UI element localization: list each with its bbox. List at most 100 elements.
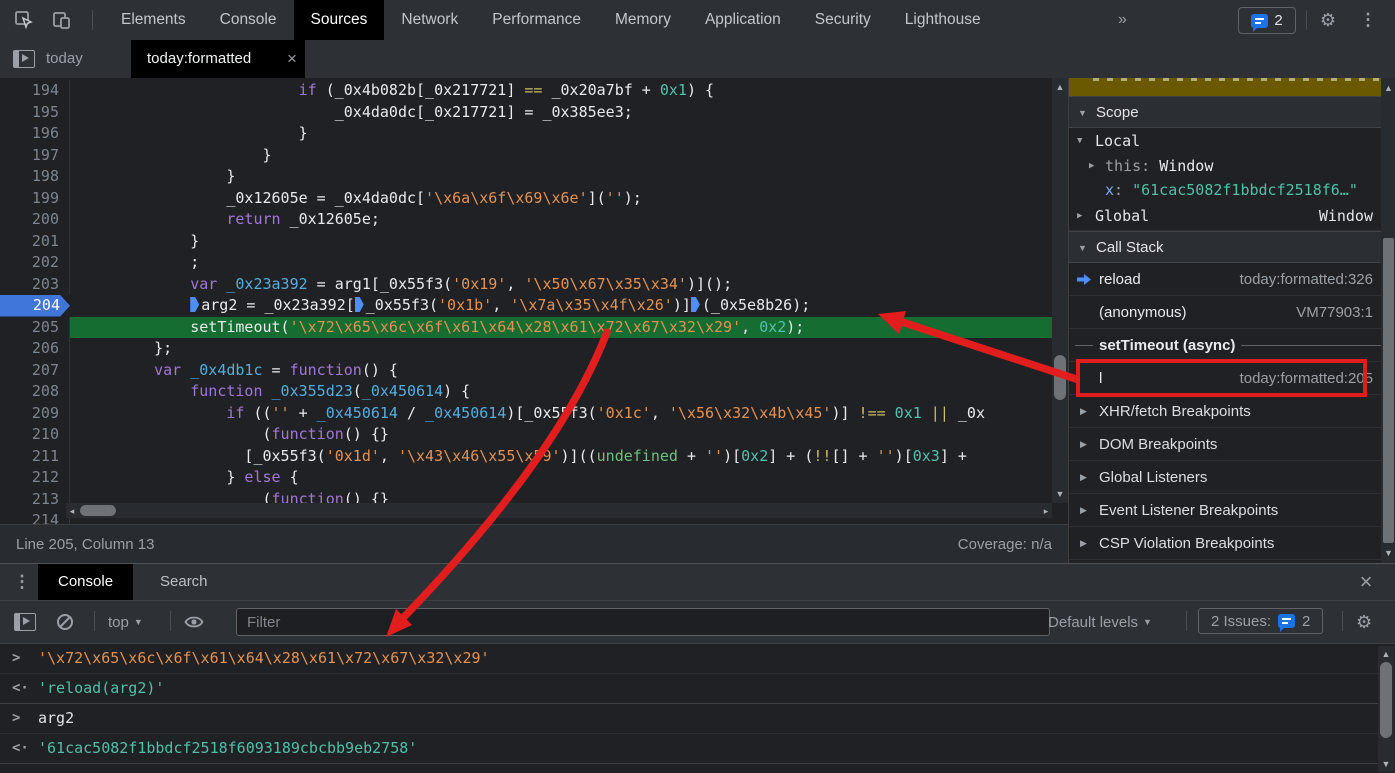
code-content-202[interactable]: ; — [70, 252, 1052, 274]
tab-memory[interactable]: Memory — [598, 0, 688, 40]
line-number-195[interactable]: 195 — [0, 102, 70, 124]
inline-step-marker[interactable] — [355, 297, 364, 312]
tab-sources[interactable]: Sources — [294, 0, 385, 40]
settings-gear-icon[interactable]: ⚙ — [1316, 8, 1340, 32]
line-number-203[interactable]: 203 — [0, 274, 70, 296]
clear-console-icon[interactable] — [56, 609, 74, 635]
code-content-198[interactable]: } — [70, 166, 1052, 188]
tab-lighthouse[interactable]: Lighthouse — [888, 0, 998, 40]
line-number-209[interactable]: 209 — [0, 403, 70, 425]
console-scrollbar[interactable]: ▲ ▼ — [1378, 646, 1394, 772]
code-content-206[interactable]: }; — [70, 338, 1052, 360]
line-number-202[interactable]: 202 — [0, 252, 70, 274]
console-message-input[interactable]: >'\x72\x65\x6c\x6f\x61\x64\x28\x61\x72\x… — [0, 644, 1378, 674]
scope-section-header[interactable]: ▼ Scope — [1069, 96, 1395, 128]
line-number-208[interactable]: 208 — [0, 381, 70, 403]
inline-step-marker[interactable] — [190, 297, 199, 312]
line-number-214[interactable]: 214 — [0, 510, 70, 524]
code-content-204[interactable]: arg2 = _0x23a392[_0x55f3('0x1b', '\x7a\x… — [70, 295, 1052, 317]
callstack-frame-anonymous[interactable]: (anonymous)VM77903:1 — [1069, 296, 1395, 329]
code-content-194[interactable]: if (_0x4b082b[_0x217721] == _0x20a7bf + … — [70, 80, 1052, 102]
scope-global[interactable]: ▶ Global Window — [1069, 202, 1395, 231]
line-number-198[interactable]: 198 — [0, 166, 70, 188]
code-content-210[interactable]: (function() {} — [70, 424, 1052, 446]
scope-local[interactable]: ▼ Local — [1069, 128, 1395, 154]
code-content-195[interactable]: _0x4da0dc[_0x217721] = _0x385ee3; — [70, 102, 1052, 124]
line-number-197[interactable]: 197 — [0, 145, 70, 167]
file-tab-today[interactable]: today — [46, 40, 83, 78]
sidebar-scrollbar[interactable]: ▲ ▼ — [1381, 78, 1395, 563]
vscroll-thumb[interactable] — [1054, 355, 1066, 400]
tab-application[interactable]: Application — [688, 0, 798, 40]
horizontal-scrollbar[interactable]: ◂ ▸ — [66, 503, 1052, 518]
line-number-212[interactable]: 212 — [0, 467, 70, 489]
line-number-205[interactable]: 205 — [0, 317, 70, 339]
code-content-199[interactable]: _0x12605e = _0x4da0dc['\x6a\x6f\x69\x6e'… — [70, 188, 1052, 210]
show-navigator-icon[interactable] — [12, 47, 36, 71]
line-number-196[interactable]: 196 — [0, 123, 70, 145]
tab-network[interactable]: Network — [384, 0, 475, 40]
close-drawer-icon[interactable]: × — [1354, 570, 1378, 594]
hscroll-thumb[interactable] — [80, 505, 116, 516]
vertical-scrollbar[interactable]: ▲ ▼ — [1052, 78, 1068, 503]
code-content-196[interactable]: } — [70, 123, 1052, 145]
code-content-207[interactable]: var _0x4db1c = function() { — [70, 360, 1052, 382]
line-number-201[interactable]: 201 — [0, 231, 70, 253]
console-issues-button[interactable]: 2 Issues: 2 — [1198, 608, 1323, 634]
device-toolbar-icon[interactable] — [50, 8, 74, 32]
sidebar-section-dom-breakpoints[interactable]: ▶DOM Breakpoints — [1069, 428, 1395, 461]
tab-elements[interactable]: Elements — [104, 0, 203, 40]
console-settings-gear-icon[interactable]: ⚙ — [1356, 609, 1372, 635]
sidebar-section-xhr-fetch-breakpoints[interactable]: ▶XHR/fetch Breakpoints — [1069, 395, 1395, 428]
line-number-204[interactable]: 204 — [0, 295, 70, 317]
tab-security[interactable]: Security — [798, 0, 888, 40]
console-filter-input[interactable] — [236, 608, 1050, 636]
frame-location[interactable]: today:formatted:205 — [1240, 362, 1373, 395]
console-messages[interactable]: >'\x72\x65\x6c\x6f\x61\x64\x28\x61\x72\x… — [0, 644, 1378, 773]
console-message-result[interactable]: <·'reload(arg2)' — [0, 674, 1378, 704]
log-levels-selector[interactable]: Default levels ▼ — [1048, 609, 1152, 635]
line-number-210[interactable]: 210 — [0, 424, 70, 446]
line-number-213[interactable]: 213 — [0, 489, 70, 511]
sidebar-section-csp-violation-breakpoints[interactable]: ▶CSP Violation Breakpoints — [1069, 527, 1395, 560]
code-content-211[interactable]: [_0x55f3('0x1d', '\x43\x46\x55\x59')]((u… — [70, 446, 1052, 468]
sidebar-section-global-listeners[interactable]: ▶Global Listeners — [1069, 461, 1395, 494]
code-content-212[interactable]: } else { — [70, 467, 1052, 489]
drawer-menu-icon[interactable]: ⋮ — [10, 570, 34, 594]
callstack-frame-reload[interactable]: reloadtoday:formatted:326 — [1069, 263, 1395, 296]
sidebar-section-event-listener-breakpoints[interactable]: ▶Event Listener Breakpoints — [1069, 494, 1395, 527]
tab-search[interactable]: Search — [140, 564, 228, 600]
tab-console[interactable]: Console — [38, 564, 133, 600]
inline-step-marker[interactable] — [691, 297, 700, 312]
context-selector[interactable]: top ▼ — [108, 609, 143, 635]
line-number-200[interactable]: 200 — [0, 209, 70, 231]
tab-console[interactable]: Console — [203, 0, 294, 40]
code-content-200[interactable]: return _0x12605e; — [70, 209, 1052, 231]
issues-badge[interactable]: 2 — [1238, 7, 1296, 34]
line-number-199[interactable]: 199 — [0, 188, 70, 210]
console-scroll-thumb[interactable] — [1380, 662, 1392, 738]
scope-this[interactable]: ▶ this: Window — [1069, 154, 1395, 178]
source-editor[interactable]: 194if (_0x4b082b[_0x217721] == _0x20a7bf… — [0, 78, 1068, 524]
code-content-201[interactable]: } — [70, 231, 1052, 253]
show-console-sidebar-icon[interactable] — [14, 609, 36, 635]
tab-performance[interactable]: Performance — [475, 0, 598, 40]
line-number-207[interactable]: 207 — [0, 360, 70, 382]
code-content-203[interactable]: var _0x23a392 = arg1[_0x55f3('0x19', '\x… — [70, 274, 1052, 296]
scope-x[interactable]: x: "61cac5082f1bbdcf2518f6…" — [1069, 178, 1395, 202]
line-number-211[interactable]: 211 — [0, 446, 70, 468]
more-tabs-chevron[interactable]: » — [1108, 0, 1137, 40]
live-expression-eye-icon[interactable] — [184, 609, 204, 635]
code-content-205[interactable]: setTimeout('\x72\x65\x6c\x6f\x61\x64\x28… — [70, 317, 1052, 339]
main-menu-icon[interactable]: ⋮ — [1356, 8, 1380, 32]
callstack-frame-l[interactable]: ltoday:formatted:205 — [1069, 362, 1395, 395]
console-message-result[interactable]: <·'61cac5082f1bbdcf2518f6093189cbcbb9eb2… — [0, 734, 1378, 764]
line-number-206[interactable]: 206 — [0, 338, 70, 360]
code-content-208[interactable]: function _0x355d23(_0x450614) { — [70, 381, 1052, 403]
code-content-209[interactable]: if (('' + _0x450614 / _0x450614)[_0x55f3… — [70, 403, 1052, 425]
close-tab-icon[interactable]: × — [279, 40, 305, 78]
console-message-input[interactable]: >arg2 — [0, 704, 1378, 734]
inspect-icon[interactable] — [12, 8, 36, 32]
sidebar-scroll-thumb[interactable] — [1383, 238, 1394, 543]
callstack-section-header[interactable]: ▼ Call Stack — [1069, 231, 1395, 263]
